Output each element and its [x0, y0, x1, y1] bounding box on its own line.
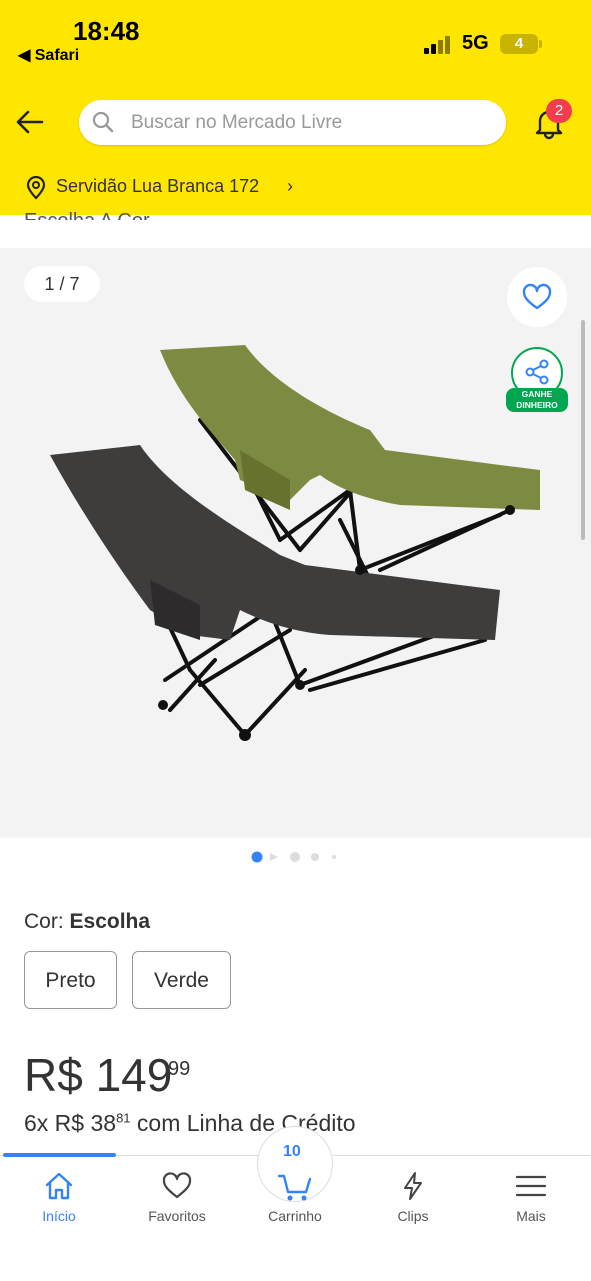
product-image-camping-chairs [50, 345, 540, 741]
price: R$ 149 [24, 1049, 173, 1101]
back-arrow-icon[interactable] [14, 106, 46, 138]
tab-carrinho-label: Carrinho [268, 1208, 322, 1224]
earn-money-label: GANHE DINHEIRO [506, 388, 568, 412]
earn-money-line1: GANHE [521, 389, 553, 399]
installments-cents: 81 [116, 1110, 131, 1126]
color-label-text: Cor: [24, 910, 64, 933]
variation-title-cut: Escolha A Cor [24, 210, 150, 220]
battery-tip [539, 40, 542, 48]
battery-level: 4 [514, 35, 524, 52]
notification-badge: 2 [546, 99, 572, 123]
search-icon [92, 111, 114, 133]
active-tab-indicator [3, 1153, 116, 1157]
tab-clips-label: Clips [397, 1208, 429, 1224]
signal-icon [424, 36, 450, 54]
cart-icon [277, 1174, 312, 1201]
tab-favoritos-label: Favoritos [148, 1208, 206, 1224]
image-counter: 1 / 7 [24, 266, 100, 302]
location-pin-icon [26, 176, 46, 200]
tab-inicio[interactable]: Início [0, 1170, 118, 1224]
network-type: 5G [462, 32, 489, 54]
color-selected: Escolha [69, 910, 151, 933]
search-input[interactable] [131, 108, 491, 138]
tab-carrinho[interactable]: Carrinho [236, 1170, 354, 1224]
gallery-scroll-indicator [581, 320, 585, 540]
color-option-preto[interactable]: Preto [24, 951, 117, 1009]
installments-prefix: 6x R$ 38 [24, 1110, 117, 1136]
price-cents: 99 [168, 1058, 191, 1080]
favorite-button[interactable] [507, 267, 567, 327]
tab-favoritos[interactable]: Favoritos [118, 1170, 236, 1224]
gallery-pagination-dots[interactable] [250, 850, 350, 864]
heart-icon [522, 283, 552, 310]
chevron-right-icon: › [287, 176, 293, 196]
tab-clips[interactable]: Clips [354, 1170, 472, 1224]
back-to-safari-link[interactable]: ◀ Safari [18, 45, 79, 65]
color-option-verde[interactable]: Verde [132, 951, 231, 1009]
delivery-address-link[interactable]: Servidão Lua Branca 172 [56, 176, 259, 197]
earn-money-line2: DINHEIRO [516, 400, 558, 410]
status-time: 18:48 [73, 16, 140, 46]
menu-icon [515, 1175, 547, 1197]
cart-count-badge: 10 [283, 1143, 301, 1160]
home-icon [45, 1172, 73, 1200]
color-label: Cor: Escolha [24, 910, 150, 934]
tab-inicio-label: Início [42, 1208, 76, 1224]
tab-mais-label: Mais [516, 1208, 546, 1224]
lightning-icon [404, 1172, 422, 1200]
heart-icon [162, 1172, 192, 1199]
tab-mais[interactable]: Mais [472, 1170, 590, 1224]
battery-icon: 4 [500, 34, 538, 54]
installments-suffix: com Linha de Crédito [130, 1110, 356, 1136]
